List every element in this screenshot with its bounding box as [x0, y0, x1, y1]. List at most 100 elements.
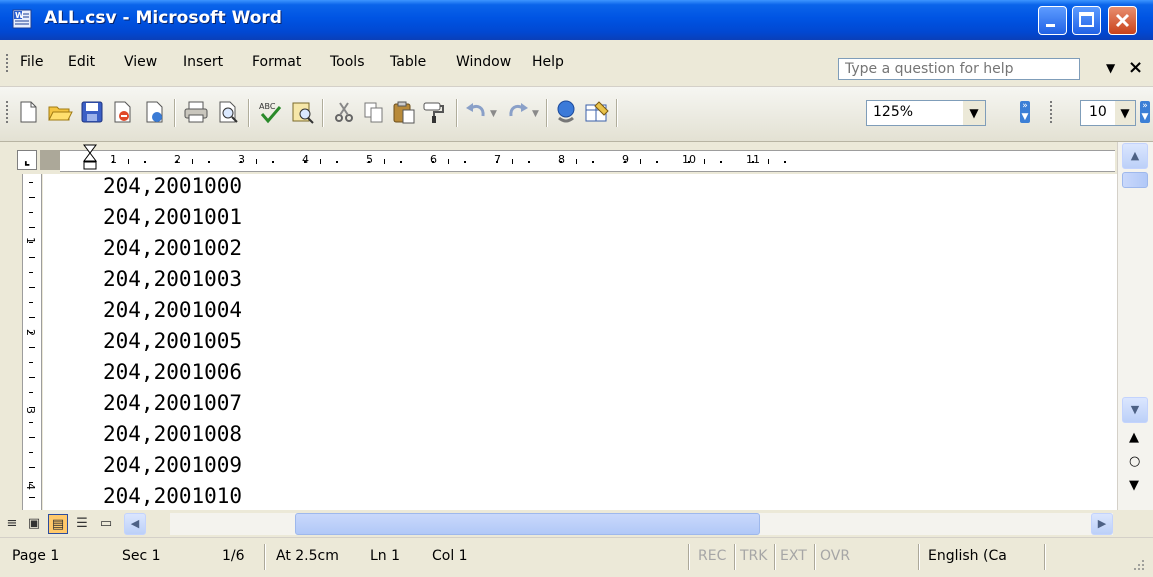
research-icon[interactable]: [288, 98, 316, 126]
window-title: ALL.csv - Microsoft Word: [44, 8, 282, 28]
scroll-right-button[interactable]: ▶: [1091, 513, 1113, 535]
title-bar[interactable]: W ALL.csv - Microsoft Word: [0, 0, 1153, 40]
font-size-combobox[interactable]: 10 ▼: [1080, 100, 1136, 126]
ask-question-input[interactable]: [838, 58, 1080, 80]
print-icon[interactable]: [182, 98, 210, 126]
document-line[interactable]: 204,2001002: [103, 236, 242, 260]
maximize-button[interactable]: [1072, 6, 1101, 35]
vruler-tick: [29, 272, 33, 273]
menu-help[interactable]: Help: [532, 54, 564, 70]
zoom-dropdown-icon[interactable]: ▼: [963, 101, 985, 125]
save-icon[interactable]: [78, 98, 106, 126]
ruler-tick: [208, 161, 210, 163]
select-browse-object-icon[interactable]: ○: [1129, 454, 1140, 469]
toolbar-grip-handle[interactable]: [6, 101, 11, 123]
vertical-ruler[interactable]: 1 2 3 4: [22, 174, 42, 510]
ruler-label: 4: [302, 153, 309, 166]
document-line[interactable]: 204,2001003: [103, 267, 242, 291]
email-icon[interactable]: [140, 98, 168, 126]
menu-format[interactable]: Format: [252, 54, 301, 70]
vruler-tick: [29, 347, 35, 348]
document-line[interactable]: 204,2001007: [103, 391, 242, 415]
status-trk[interactable]: TRK: [740, 548, 767, 564]
document-line[interactable]: 204,2001009: [103, 453, 242, 477]
indent-marker-icon[interactable]: [82, 143, 98, 177]
help-dropdown-icon[interactable]: ▼: [1106, 61, 1115, 75]
status-rec[interactable]: REC: [698, 548, 726, 564]
tables-borders-icon[interactable]: [582, 98, 610, 126]
print-preview-icon[interactable]: [214, 98, 242, 126]
document-line[interactable]: 204,2001006: [103, 360, 242, 384]
vruler-tick: [29, 242, 33, 243]
document-area[interactable]: 204,2001000 204,2001001 204,2001002 204,…: [43, 174, 1117, 510]
document-line[interactable]: 204,2001008: [103, 422, 242, 446]
status-ovr[interactable]: OVR: [820, 548, 850, 564]
redo-icon[interactable]: [504, 98, 532, 126]
permission-icon[interactable]: [108, 98, 136, 126]
toolbar-separator: [546, 99, 548, 127]
vertical-scrollbar[interactable]: ▲ ▼ ▲ ○ ▼: [1117, 142, 1153, 510]
ruler-margin: [40, 150, 60, 170]
document-line[interactable]: 204,2001005: [103, 329, 242, 353]
close-button[interactable]: [1108, 6, 1137, 35]
document-line[interactable]: 204,2001001: [103, 205, 242, 229]
ruler-tick: [560, 161, 562, 163]
svg-text:ABC: ABC: [259, 102, 276, 111]
vruler-tick: [29, 182, 33, 183]
cut-icon[interactable]: [330, 98, 358, 126]
status-language[interactable]: English (Ca: [928, 548, 1007, 564]
reading-layout-view-icon[interactable]: ▭: [96, 514, 116, 534]
ruler-tick: [448, 159, 449, 164]
menu-grip-handle[interactable]: [6, 54, 11, 72]
outline-view-icon[interactable]: ☰: [72, 514, 92, 534]
menu-file[interactable]: File: [20, 54, 43, 70]
status-ext[interactable]: EXT: [780, 548, 807, 564]
close-document-icon[interactable]: ×: [1128, 58, 1143, 78]
formatting-toolbar-grip[interactable]: [1050, 101, 1055, 123]
new-document-icon[interactable]: [14, 98, 42, 126]
minimize-button[interactable]: [1038, 6, 1067, 35]
toolbar-options-icon[interactable]: » ▼: [1020, 101, 1030, 123]
paste-icon[interactable]: [390, 98, 418, 126]
spelling-icon[interactable]: ABC: [256, 98, 284, 126]
insert-hyperlink-icon[interactable]: [552, 98, 580, 126]
menu-table[interactable]: Table: [390, 54, 426, 70]
normal-view-icon[interactable]: ≡: [2, 514, 22, 534]
menu-edit[interactable]: Edit: [68, 54, 95, 70]
format-painter-icon[interactable]: [420, 98, 448, 126]
previous-page-icon[interactable]: ▲: [1129, 430, 1139, 445]
vruler-tick: [29, 212, 33, 213]
redo-dropdown-icon[interactable]: ▼: [532, 109, 539, 119]
copy-icon[interactable]: [360, 98, 388, 126]
horizontal-scrollbar[interactable]: ◀ ▶: [124, 513, 1113, 535]
document-line[interactable]: 204,2001000: [103, 174, 242, 198]
resize-grip-icon[interactable]: [1130, 556, 1146, 572]
menu-window[interactable]: Window: [456, 54, 511, 70]
open-folder-icon[interactable]: [46, 98, 74, 126]
menu-tools[interactable]: Tools: [330, 54, 365, 70]
tab-selector-button[interactable]: ⌞: [17, 150, 37, 170]
horizontal-ruler[interactable]: 1 2 3 4 5 6 7 8 9 10 11: [60, 144, 1115, 172]
scroll-left-button[interactable]: ◀: [124, 513, 146, 535]
font-size-dropdown-icon[interactable]: ▼: [1115, 101, 1135, 125]
scroll-down-button[interactable]: ▼: [1122, 397, 1148, 423]
word-app-icon[interactable]: W: [12, 9, 32, 29]
print-layout-view-icon[interactable]: ▤: [48, 514, 68, 534]
menu-view[interactable]: View: [124, 54, 157, 70]
vertical-scroll-thumb[interactable]: [1122, 172, 1148, 188]
web-layout-view-icon[interactable]: ▣: [24, 514, 44, 534]
next-page-icon[interactable]: ▼: [1129, 478, 1139, 493]
ruler-label: 9: [622, 153, 629, 166]
scroll-up-button[interactable]: ▲: [1122, 143, 1148, 169]
status-position: At 2.5cm: [276, 548, 339, 564]
vruler-tick: [29, 407, 35, 408]
ruler-tick: [400, 161, 402, 163]
horizontal-scroll-thumb[interactable]: [295, 513, 760, 535]
document-line[interactable]: 204,2001010: [103, 484, 242, 508]
zoom-combobox[interactable]: 125% ▼: [866, 100, 986, 126]
menu-insert[interactable]: Insert: [183, 54, 223, 70]
document-line[interactable]: 204,2001004: [103, 298, 242, 322]
formatting-options-icon[interactable]: » ▼: [1140, 101, 1150, 123]
undo-dropdown-icon[interactable]: ▼: [490, 109, 497, 119]
undo-icon[interactable]: [462, 98, 490, 126]
